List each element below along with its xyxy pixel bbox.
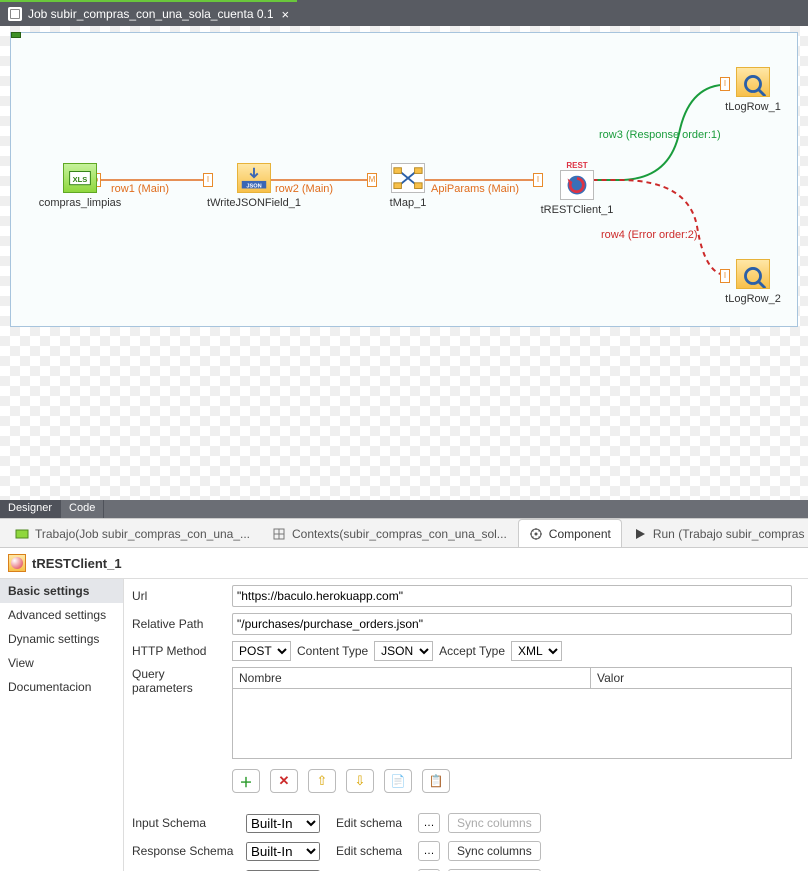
- design-canvas[interactable]: row1 (Main) row2 (Main) ApiParams (Main)…: [0, 26, 808, 500]
- sync-input-columns[interactable]: Sync columns: [448, 813, 541, 833]
- node-trestclient[interactable]: REST tRESTClient_1: [527, 161, 627, 216]
- lower-tab-bar: Trabajo(Job subir_compras_con_una_... Co…: [0, 518, 808, 548]
- node-label: tLogRow_1: [711, 101, 795, 113]
- edit-response-schema[interactable]: Edit schema: [328, 842, 410, 860]
- rest-badge: REST: [527, 161, 627, 170]
- tab-designer[interactable]: Designer: [0, 500, 61, 518]
- move-up-button[interactable]: [308, 769, 336, 793]
- tab-component[interactable]: Component: [518, 519, 622, 547]
- content-type-select[interactable]: JSON: [374, 641, 433, 661]
- contexts-icon: [272, 527, 286, 541]
- url-input[interactable]: [232, 585, 792, 607]
- query-params-body[interactable]: [233, 689, 791, 758]
- sync-response-columns[interactable]: Sync columns: [448, 841, 541, 861]
- query-params-table[interactable]: Nombre Valor: [232, 667, 792, 759]
- node-label: tRESTClient_1: [527, 204, 627, 216]
- close-icon[interactable]: ×: [282, 7, 290, 22]
- node-label: compras_limpias: [35, 197, 125, 209]
- http-method-label: HTTP Method: [132, 644, 226, 658]
- qp-col-name[interactable]: Nombre: [233, 668, 591, 688]
- tab-code[interactable]: Code: [61, 500, 104, 518]
- edit-input-schema[interactable]: Edit schema: [328, 814, 410, 832]
- query-params-header: Nombre Valor: [233, 668, 791, 689]
- node-label: tMap_1: [363, 197, 453, 209]
- edit-response-schema-dialog[interactable]: …: [418, 841, 440, 861]
- rest-icon: [8, 554, 26, 572]
- qp-col-value[interactable]: Valor: [591, 668, 791, 688]
- node-writejson[interactable]: JSON tWriteJSONField_1: [199, 163, 309, 209]
- tab-run-label: Run (Trabajo subir_compras: [653, 527, 805, 541]
- component-icon: [529, 527, 543, 541]
- nav-advanced-settings[interactable]: Advanced settings: [0, 603, 123, 627]
- node-tlogrow2[interactable]: tLogRow_2: [711, 259, 795, 305]
- http-method-select[interactable]: POST: [232, 641, 291, 661]
- job-subjob-box: row1 (Main) row2 (Main) ApiParams (Main)…: [10, 32, 798, 327]
- content-type-label: Content Type: [297, 644, 368, 658]
- paste-button[interactable]: [422, 769, 450, 793]
- copy-button[interactable]: [384, 769, 412, 793]
- nav-view[interactable]: View: [0, 651, 123, 675]
- node-compras-limpias[interactable]: XLS compras_limpias: [35, 163, 125, 209]
- remove-button[interactable]: ✕: [270, 769, 298, 793]
- job-icon: [8, 7, 22, 21]
- svg-text:JSON: JSON: [246, 184, 261, 190]
- query-params-buttons: ＋ ✕: [232, 769, 792, 793]
- component-body: Basic settings Advanced settings Dynamic…: [0, 579, 808, 871]
- designer-code-tabs: Designer Code: [0, 500, 808, 518]
- tab-run[interactable]: Run (Trabajo subir_compras: [622, 519, 808, 547]
- move-down-button[interactable]: [346, 769, 374, 793]
- logrow-icon: [736, 259, 770, 289]
- nav-basic-settings[interactable]: Basic settings: [0, 579, 123, 603]
- input-schema-select[interactable]: Built-In: [246, 814, 320, 833]
- editor-tab-bar: Job subir_compras_con_una_sola_cuenta 0.…: [0, 0, 808, 26]
- xls-icon: XLS: [63, 163, 97, 193]
- query-params-label: Query parameters: [132, 667, 226, 695]
- node-label: tWriteJSONField_1: [199, 197, 309, 209]
- link-row4-label[interactable]: row4 (Error order:2): [601, 229, 698, 241]
- tmap-icon: [391, 163, 425, 193]
- edit-input-schema-dialog[interactable]: …: [418, 813, 440, 833]
- node-label: tLogRow_2: [711, 293, 795, 305]
- nav-documentation[interactable]: Documentacion: [0, 675, 123, 699]
- tab-job-label: Trabajo(Job subir_compras_con_una_...: [35, 527, 250, 541]
- accept-type-label: Accept Type: [439, 644, 505, 658]
- settings-side-nav: Basic settings Advanced settings Dynamic…: [0, 579, 124, 871]
- job-icon: [15, 527, 29, 541]
- url-label: Url: [132, 589, 226, 603]
- editor-tab[interactable]: Job subir_compras_con_una_sola_cuenta 0.…: [0, 0, 297, 26]
- link-row3-label[interactable]: row3 (Response order:1): [599, 129, 721, 141]
- logrow-icon: [736, 67, 770, 97]
- rest-icon: [560, 170, 594, 200]
- relative-path-input[interactable]: [232, 613, 792, 635]
- path-label: Relative Path: [132, 617, 226, 631]
- subjob-handle[interactable]: [11, 32, 21, 38]
- add-button[interactable]: ＋: [232, 769, 260, 793]
- tab-contexts-label: Contexts(subir_compras_con_una_sol...: [292, 527, 507, 541]
- response-schema-label: Response Schema: [132, 844, 238, 858]
- editor-tab-title: Job subir_compras_con_una_sola_cuenta 0.…: [28, 7, 274, 21]
- tab-component-label: Component: [549, 527, 611, 541]
- input-schema-label: Input Schema: [132, 816, 238, 830]
- accept-type-select[interactable]: XML: [511, 641, 562, 661]
- response-schema-select[interactable]: Built-In: [246, 842, 320, 861]
- settings-form: Url Relative Path HTTP Method POST Conte…: [124, 579, 808, 871]
- svg-text:XLS: XLS: [73, 175, 88, 184]
- component-title: tRESTClient_1: [32, 556, 122, 571]
- component-header: tRESTClient_1: [0, 548, 808, 579]
- node-tmap[interactable]: tMap_1: [363, 163, 453, 209]
- json-write-icon: JSON: [237, 163, 271, 193]
- node-tlogrow1[interactable]: tLogRow_1: [711, 67, 795, 113]
- tab-contexts[interactable]: Contexts(subir_compras_con_una_sol...: [261, 519, 518, 547]
- nav-dynamic-settings[interactable]: Dynamic settings: [0, 627, 123, 651]
- play-icon: [633, 527, 647, 541]
- tab-job[interactable]: Trabajo(Job subir_compras_con_una_...: [4, 519, 261, 547]
